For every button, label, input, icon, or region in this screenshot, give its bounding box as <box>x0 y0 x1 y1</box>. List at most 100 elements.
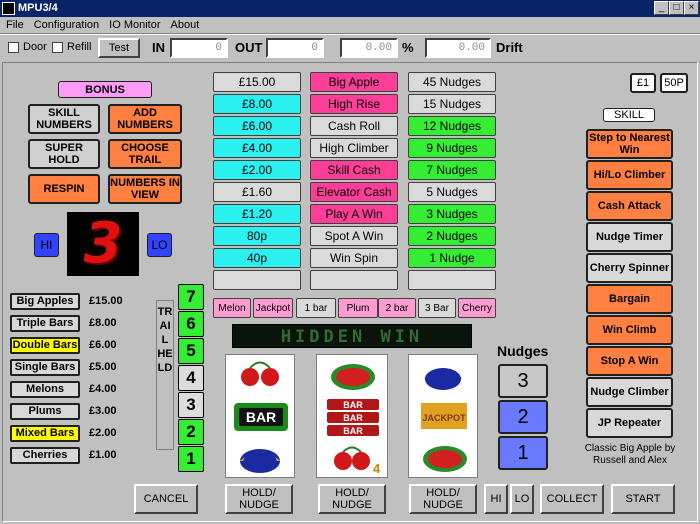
menu-file[interactable]: File <box>6 17 24 33</box>
lo-button-left[interactable]: LO <box>147 233 172 257</box>
svg-text:BAR: BAR <box>343 413 363 423</box>
nudge-ladder-cell: 2 Nudges <box>408 226 496 246</box>
super-hold-button[interactable]: SUPER HOLD <box>28 139 100 169</box>
refill-label: Refill <box>67 41 92 53</box>
hi-button[interactable]: HI <box>484 484 508 514</box>
dot-matrix-display: HIDDEN WIN <box>232 324 472 348</box>
cash-ladder-cell: £15.00 <box>213 72 301 92</box>
svg-text:JACKPOT: JACKPOT <box>422 413 466 423</box>
skill-numbers-button[interactable]: SKILL NUMBERS <box>28 104 100 134</box>
menu-about[interactable]: About <box>171 17 200 33</box>
start-button[interactable]: START <box>611 484 675 514</box>
cash-ladder-cell: £1.60 <box>213 182 301 202</box>
feature-step-to-nearest-win[interactable]: Step to Nearest Win <box>586 129 673 159</box>
minimize-button[interactable]: _ <box>654 1 669 15</box>
numbers-in-view-button[interactable]: NUMBERS IN VIEW <box>108 174 182 204</box>
paytable-name: Single Bars <box>10 359 80 376</box>
feature-ladder-cell: Spot A Win <box>310 226 398 246</box>
collect-button[interactable]: COLLECT <box>540 484 604 514</box>
nudge-ladder-cell: 45 Nudges <box>408 72 496 92</box>
symbol-cell: Cherry <box>458 298 496 318</box>
percent-field[interactable]: 0.00 <box>340 38 398 58</box>
svg-text:BAR: BAR <box>246 409 276 425</box>
cash-ladder-cell: 80p <box>213 226 301 246</box>
svg-text:BAR: BAR <box>343 400 363 410</box>
paytable-value: £5.00 <box>89 361 117 373</box>
paytable-name: Cherries <box>10 447 80 464</box>
symbol-cell: Melon <box>213 298 251 318</box>
feature-cherry-spinner[interactable]: Cherry Spinner <box>586 253 673 283</box>
trail-step: 3 <box>178 392 204 418</box>
nudge-count-3: 3 <box>498 364 548 398</box>
number-display: 3 <box>67 212 139 276</box>
nudge-ladder-cell: 7 Nudges <box>408 160 496 180</box>
coin-50p-button[interactable]: 50P <box>660 73 688 93</box>
menu-configuration[interactable]: Configuration <box>34 17 99 33</box>
melon-icon <box>331 364 375 390</box>
cherry-icon <box>241 361 279 386</box>
feature-win-climb[interactable]: Win Climb <box>586 315 673 345</box>
cancel-button[interactable]: CANCEL <box>134 484 198 514</box>
symbol-cell: Jackpot <box>253 298 293 318</box>
paytable-value: £4.00 <box>89 383 117 395</box>
symbol-cell: 3 Bar <box>418 298 456 318</box>
add-numbers-button[interactable]: ADD NUMBERS <box>108 104 182 134</box>
paytable-value: £15.00 <box>89 295 123 307</box>
in-label: IN <box>152 40 165 55</box>
lo-button[interactable]: LO <box>510 484 534 514</box>
nudge-ladder-cell: 12 Nudges <box>408 116 496 136</box>
out-label: OUT <box>235 40 263 55</box>
feature-ladder-cell: Elevator Cash <box>310 182 398 202</box>
window-title: MPU3/4 <box>18 2 58 14</box>
trail-step: 4 <box>178 365 204 391</box>
paytable-value: £6.00 <box>89 339 117 351</box>
coin-1-pound-button[interactable]: £1 <box>630 73 656 93</box>
choose-trail-button[interactable]: CHOOSE TRAIL <box>108 139 182 169</box>
drift-field[interactable]: 0.00 <box>425 38 491 58</box>
feature-ladder-cell: High Rise <box>310 94 398 114</box>
feature-cash-attack[interactable]: Cash Attack <box>586 191 673 221</box>
paytable-value: £1.00 <box>89 449 117 461</box>
out-field[interactable]: 0 <box>266 38 324 58</box>
feature-stop-a-win[interactable]: Stop A Win <box>586 346 673 376</box>
paytable-value: £2.00 <box>89 427 117 439</box>
feature-nudge-timer[interactable]: Nudge Timer <box>586 222 673 252</box>
nudge-ladder-cell: 15 Nudges <box>408 94 496 114</box>
feature-ladder-cell: Big Apple <box>310 72 398 92</box>
feature-ladder-cell: Skill Cash <box>310 160 398 180</box>
hold-nudge-button-2[interactable]: HOLD/ NUDGE <box>318 484 386 514</box>
credits-text: Classic Big Apple by Russell and Alex <box>584 443 676 466</box>
door-checkbox[interactable] <box>8 42 19 53</box>
nudges-label: Nudges <box>497 343 549 359</box>
hi-button-left[interactable]: HI <box>34 233 59 257</box>
nudge-count-1: 1 <box>498 436 548 470</box>
feature-ladder-cell <box>310 270 398 290</box>
paytable-value: £8.00 <box>89 317 117 329</box>
feature-jp-repeater[interactable]: JP Repeater <box>586 408 673 438</box>
respin-button[interactable]: RESPIN <box>28 174 100 204</box>
reel-2: BAR BAR BAR 4 <box>316 354 388 478</box>
maximize-button[interactable]: □ <box>669 1 684 15</box>
cherry-icon: 4 <box>334 446 381 476</box>
cash-ladder-cell <box>213 270 301 290</box>
cash-ladder-cell: £4.00 <box>213 138 301 158</box>
trail-step: 6 <box>178 311 204 337</box>
feature-hi-lo-climber[interactable]: Hi/Lo Climber <box>586 160 673 190</box>
in-field[interactable]: 0 <box>170 38 228 58</box>
title-bar: MPU3/4 <box>0 0 700 17</box>
bonus-label: BONUS <box>58 81 152 98</box>
refill-checkbox[interactable] <box>52 42 63 53</box>
feature-bargain[interactable]: Bargain <box>586 284 673 314</box>
paytable-name: Plums <box>10 403 80 420</box>
test-button[interactable]: Test <box>98 38 140 58</box>
feature-ladder-cell: Play A Win <box>310 204 398 224</box>
bar-icon: BAR <box>234 403 288 431</box>
menu-io-monitor[interactable]: IO Monitor <box>109 17 160 33</box>
menu-bar: File Configuration IO Monitor About <box>0 17 700 33</box>
hold-nudge-button-1[interactable]: HOLD/ NUDGE <box>225 484 293 514</box>
paytable-name: Triple Bars <box>10 315 80 332</box>
feature-nudge-climber[interactable]: Nudge Climber <box>586 377 673 407</box>
close-button[interactable]: × <box>684 1 699 15</box>
trail-step: 7 <box>178 284 204 310</box>
hold-nudge-button-3[interactable]: HOLD/ NUDGE <box>409 484 477 514</box>
